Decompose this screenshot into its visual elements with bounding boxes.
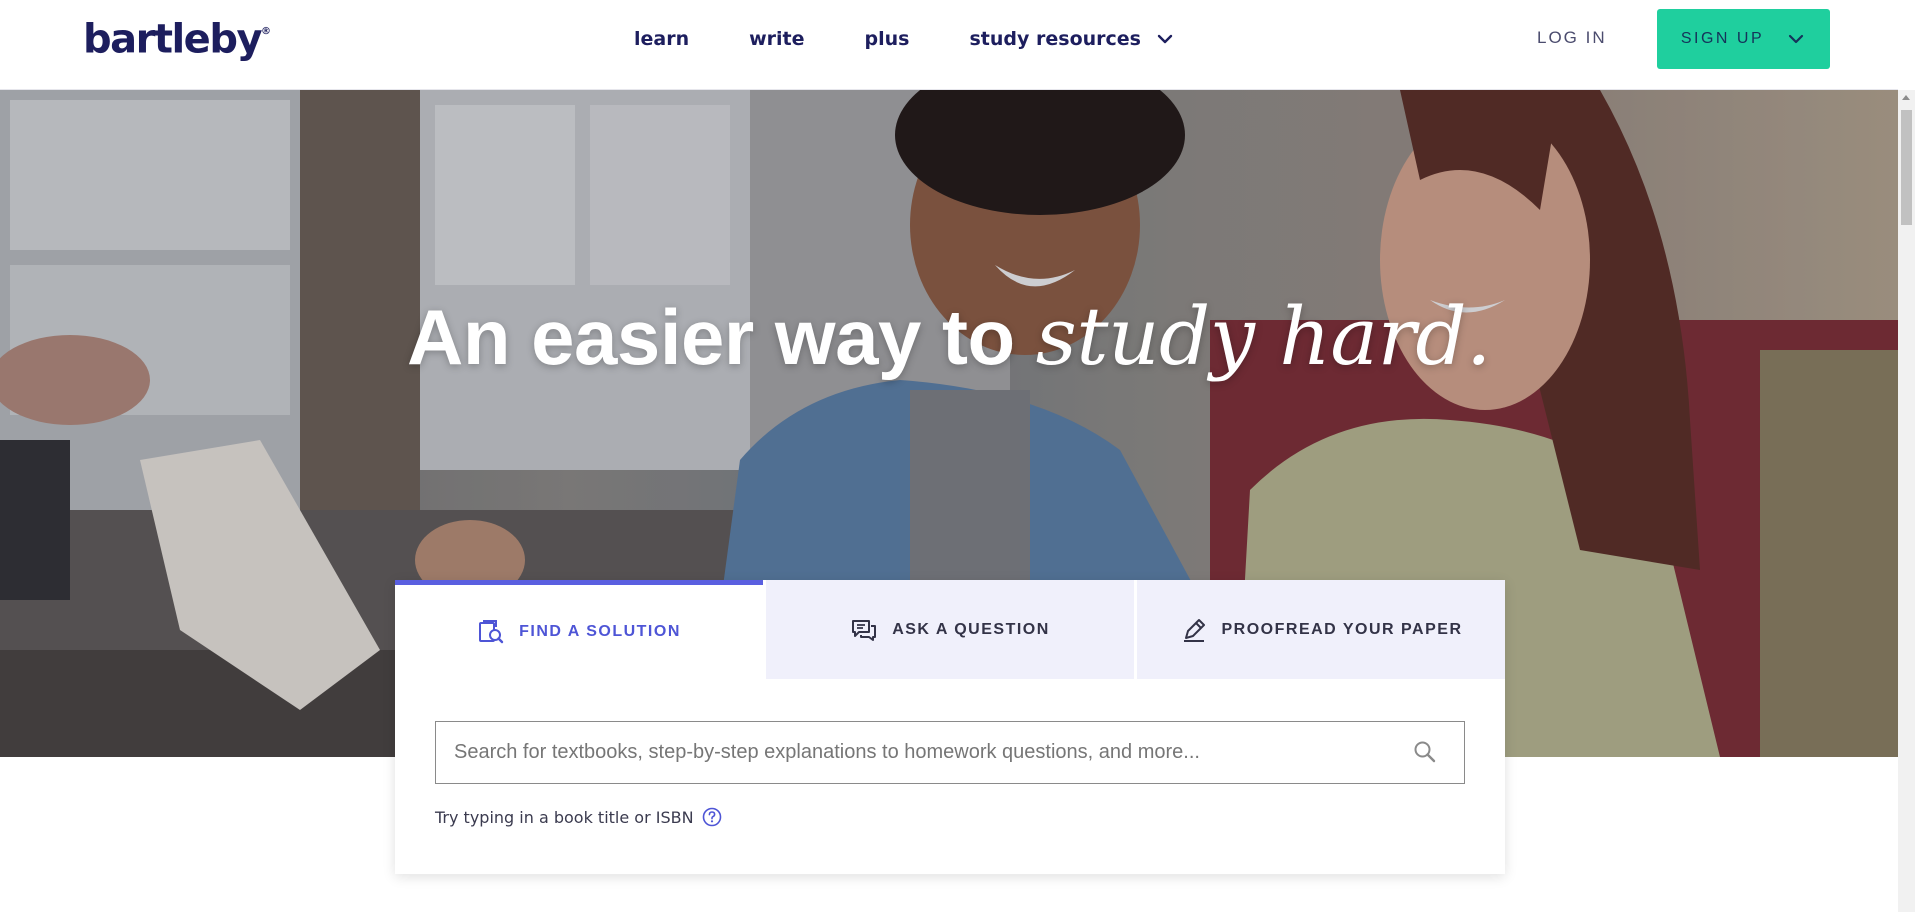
login-link[interactable]: LOG IN (1537, 28, 1607, 48)
scroll-thumb[interactable] (1901, 110, 1912, 225)
search-card: FIND A SOLUTION ASK A QUESTION PROOFREAD… (395, 580, 1505, 874)
nav-learn[interactable]: learn (634, 26, 689, 52)
tab-ask-a-question[interactable]: ASK A QUESTION (763, 580, 1134, 679)
hero-title-emphasis: study hard. (1035, 290, 1492, 383)
bartleby-logo[interactable]: bartleby® (83, 12, 271, 63)
nav-plus[interactable]: plus (865, 26, 910, 52)
tab-proofread-your-paper[interactable]: PROOFREAD YOUR PAPER (1134, 580, 1505, 679)
tab-label: FIND A SOLUTION (519, 623, 681, 640)
find-solution-icon (479, 620, 504, 644)
signup-button[interactable]: SIGN UP (1657, 9, 1830, 69)
nav-write[interactable]: write (749, 26, 804, 52)
tab-label: ASK A QUESTION (892, 620, 1050, 638)
registered-mark: ® (261, 26, 272, 37)
logo-text: bartleby (83, 16, 263, 63)
hero-title-plain: An easier way to (407, 293, 1015, 381)
search-icon[interactable] (1412, 739, 1438, 765)
nav-study-resources: study resources (969, 28, 1141, 50)
tab-label: PROOFREAD YOUR PAPER (1221, 620, 1463, 638)
tab-find-a-solution[interactable]: FIND A SOLUTION (395, 580, 763, 679)
search-tabs: FIND A SOLUTION ASK A QUESTION PROOFREAD… (395, 580, 1505, 679)
search-box (435, 721, 1465, 784)
pencil-icon (1183, 618, 1205, 642)
search-hint: Try typing in a book title or ISBN (435, 807, 722, 827)
main-nav: learn write plus study resources (634, 26, 1175, 52)
help-circle-icon[interactable] (702, 807, 722, 827)
chat-bubbles-icon (852, 619, 877, 641)
hero-heading: An easier way to study hard. (0, 290, 1898, 383)
hint-text: Try typing in a book title or ISBN (435, 807, 694, 827)
study-resources-dropdown[interactable]: study resources (969, 26, 1175, 52)
search-input[interactable] (436, 722, 1396, 783)
page-scrollbar[interactable] (1898, 90, 1915, 912)
scroll-up-arrow-icon[interactable] (1902, 95, 1910, 100)
chevron-down-icon (1789, 34, 1804, 44)
signup-label: SIGN UP (1680, 30, 1765, 47)
chevron-down-icon (1157, 34, 1173, 44)
top-nav-bar: bartleby® learn write plus study resourc… (0, 0, 1898, 90)
